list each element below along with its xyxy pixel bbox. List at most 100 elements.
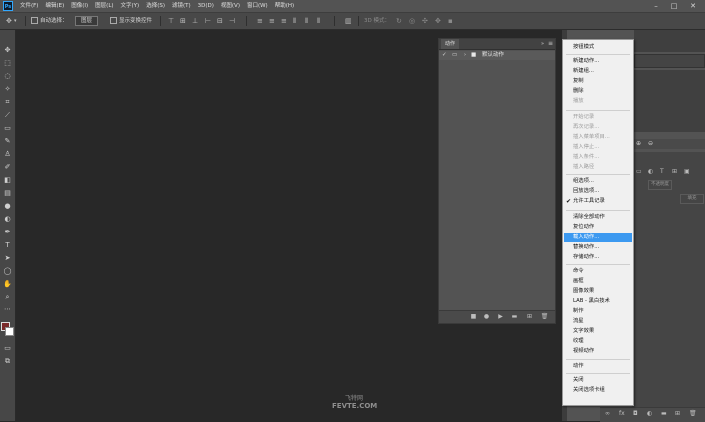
menu-item[interactable]: 窗口(W) [247,0,268,12]
minus-icon[interactable]: ⊖ [648,139,653,149]
panel-menu-icon[interactable]: ≡ [548,39,553,49]
new-set-icon[interactable]: ▬ [510,312,519,322]
move-tool-icon[interactable]: ✥ [6,16,12,26]
pen-tool-icon[interactable]: ✒ [2,227,13,237]
close-window-button[interactable]: ✕ [686,0,700,12]
menu-item[interactable]: 图层(L) [95,0,113,12]
adjustment-filter-icon[interactable]: ◐ [648,166,653,178]
delete-layer-icon[interactable]: 🗑 [689,410,697,417]
panel-menu-item[interactable]: 动作 [564,362,632,371]
menu-item[interactable]: 3D(D) [198,0,214,12]
align-left-icon[interactable]: ⊢ [205,16,211,26]
brush-tool-icon[interactable]: ✎ [2,136,13,146]
panel-menu-item[interactable]: 视频动作 [564,347,632,356]
panel-menu-item[interactable]: 清除全部动作 [564,213,632,222]
record-icon[interactable]: ● [482,312,491,322]
dock-search-field[interactable] [634,54,705,68]
gradient-tool-icon[interactable]: ▤ [2,188,13,198]
checkbox-icon[interactable] [110,17,117,24]
panel-menu-item[interactable]: 存储动作... [564,253,632,262]
screen-mode-icon[interactable]: ⧉ [2,356,13,366]
mask-icon[interactable]: ◘ [633,410,638,417]
panel-menu-item[interactable]: 纹理 [564,337,632,346]
panel-menu-item[interactable]: 删除 [564,87,632,96]
opacity-field[interactable]: 不透明度 [648,180,672,190]
maximize-button[interactable]: □ [667,0,681,12]
menu-item[interactable]: 编辑(E) [45,0,64,12]
clone-stamp-tool-icon[interactable]: ♙ [2,149,13,159]
panel-menu-item[interactable]: 按钮模式 [564,43,632,52]
dodge-tool-icon[interactable]: ◐ [2,214,13,224]
shape-filter-icon[interactable]: ⊞ [672,166,677,178]
show-transform-checkbox[interactable]: 显示变换控件 [110,16,152,26]
tab-actions[interactable]: 动作 [441,39,460,49]
panel-menu-item[interactable]: 替换动作... [564,243,632,252]
group-icon[interactable]: ▬ [661,410,667,417]
panel-menu-item[interactable]: ✔ 允许工具记录 [564,197,632,206]
auto-select-dropdown[interactable]: 图层 [75,16,99,26]
marquee-tool-icon[interactable]: ⬚ [2,58,13,68]
align-top-icon[interactable]: ⊤ [168,16,174,26]
distribute-bottom-icon[interactable]: ≡ [281,16,287,26]
action-set-row[interactable]: ✓ ▭ › ■ 默认动作 [439,51,555,60]
path-selection-tool-icon[interactable]: ➤ [2,253,13,263]
type-tool-icon[interactable]: T [2,240,13,250]
crop-tool-icon[interactable]: ⌗ [2,97,13,107]
distribute-center-icon[interactable]: ⦀ [305,16,308,26]
3d-scale-icon[interactable]: ▪ [448,16,453,26]
3d-pan-icon[interactable]: ✣ [422,16,428,26]
lasso-tool-icon[interactable]: ◌ [2,71,13,81]
checkbox-icon[interactable] [31,17,38,24]
delete-icon[interactable]: 🗑 [540,312,549,322]
zoom-tool-icon[interactable]: ⌕ [2,292,13,302]
panel-menu-item[interactable]: 关闭 [564,376,632,385]
panel-menu-item[interactable]: LAB - 黑白技术 [564,297,632,306]
align-middle-icon[interactable]: ⊞ [180,16,186,26]
eyedropper-tool-icon[interactable]: ⟋ [2,110,13,120]
adjust-icon[interactable]: ⊕ [636,139,641,149]
3d-rotate-icon[interactable]: ↻ [396,16,402,26]
chevron-down-icon[interactable]: ▾ [14,16,17,26]
panel-menu-item[interactable]: 回放选项... [564,187,632,196]
more-tools-icon[interactable]: ⋯ [2,304,13,314]
fill-field[interactable]: 填充 [680,194,704,204]
play-icon[interactable]: ▶ [496,312,505,322]
menu-item[interactable]: 滤镜(T) [172,0,191,12]
move-tool-icon[interactable]: ✥ [2,45,13,55]
panel-menu-item[interactable]: 流星 [564,317,632,326]
menu-item[interactable]: 视图(V) [221,0,240,12]
menu-item[interactable]: 帮助(H) [275,0,294,12]
align-center-icon[interactable]: ⊟ [217,16,223,26]
link-icon[interactable]: ∞ [605,410,610,417]
distribute-top-icon[interactable]: ≡ [257,16,263,26]
panel-menu-item[interactable]: 新建动作... [564,57,632,66]
menu-item[interactable]: 选择(S) [146,0,165,12]
auto-align-icon[interactable]: ▥ [345,16,352,26]
panel-menu-item[interactable]: 命令 [564,267,632,276]
panel-menu-item[interactable]: 制作 [564,307,632,316]
toggle-check-icon[interactable]: ✓ [442,51,447,60]
adjustment-layer-icon[interactable]: ◐ [647,410,652,417]
shape-tool-icon[interactable]: ◯ [2,266,13,276]
minimize-button[interactable]: – [649,0,663,12]
auto-select-value[interactable]: 图层 [75,16,99,26]
panel-menu-item[interactable]: 复制 [564,77,632,86]
image-filter-icon[interactable]: ▭ [636,166,642,178]
distribute-right-icon[interactable]: ⦀ [317,16,320,26]
3d-roll-icon[interactable]: ◎ [409,16,415,26]
smart-filter-icon[interactable]: ▣ [684,166,690,178]
collapse-icon[interactable]: » [541,39,544,49]
dialog-toggle-icon[interactable]: ▭ [452,51,457,60]
panel-menu-item[interactable]: 图像效果 [564,287,632,296]
menu-item[interactable]: 文件(F) [20,0,38,12]
panel-menu-item[interactable]: 新建组... [564,67,632,76]
history-brush-tool-icon[interactable]: ✐ [2,162,13,172]
hand-tool-icon[interactable]: ✋ [2,279,13,289]
panel-menu-item[interactable]: 画框 [564,277,632,286]
type-filter-icon[interactable]: T [660,166,664,178]
auto-select-checkbox[interactable]: 自动选择： [31,16,68,26]
menu-item[interactable]: 图像(I) [71,0,88,12]
magic-wand-tool-icon[interactable]: ✧ [2,84,13,94]
healing-brush-tool-icon[interactable]: ▭ [2,123,13,133]
distribute-middle-icon[interactable]: ≡ [269,16,275,26]
